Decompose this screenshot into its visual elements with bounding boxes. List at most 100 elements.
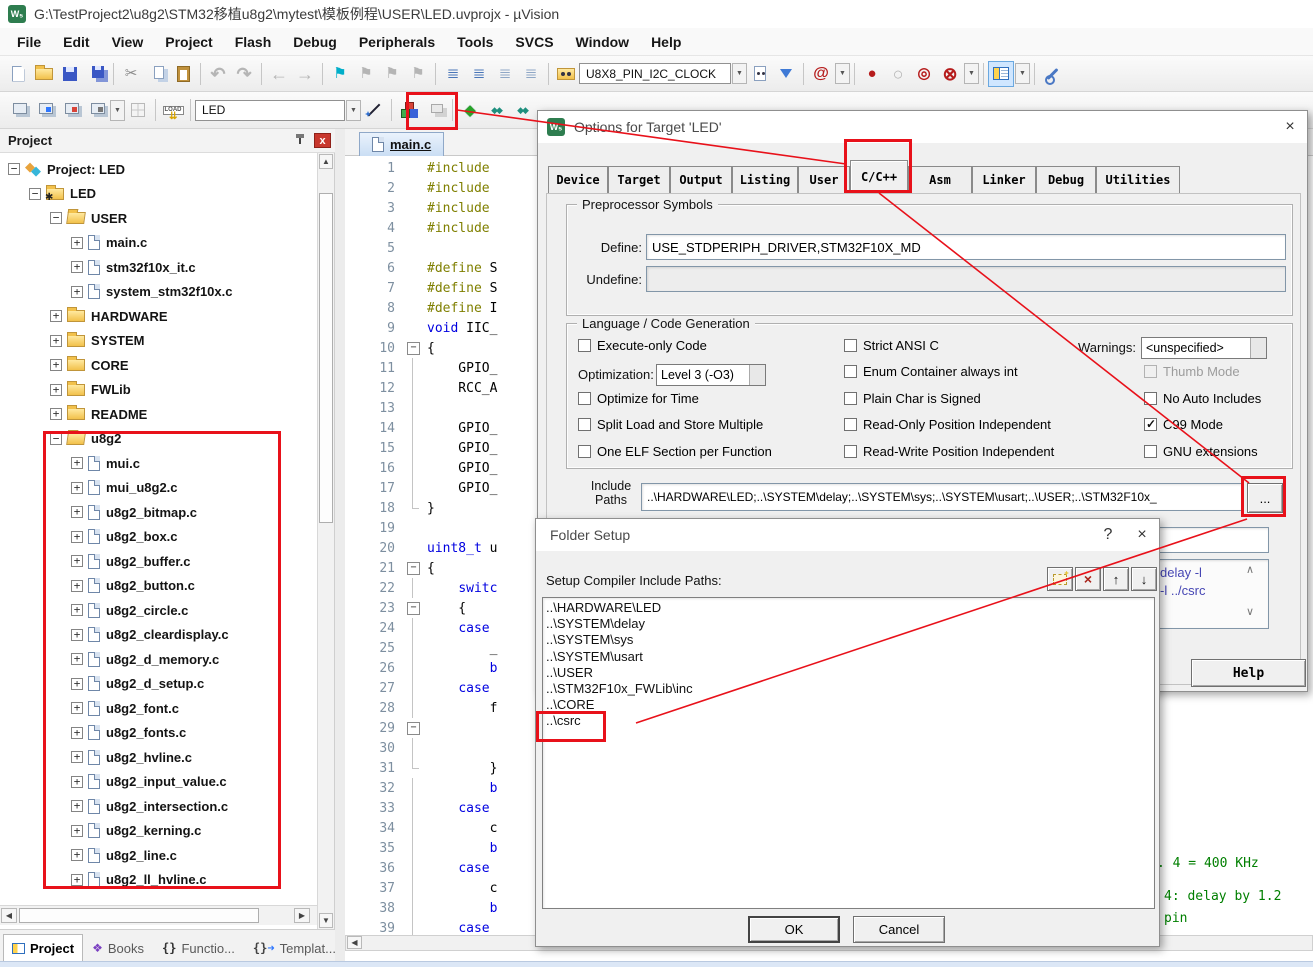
fold-collapse-icon[interactable] [405, 598, 421, 618]
uncomment-button[interactable]: ≣ [518, 61, 544, 87]
checkbox-icon[interactable] [578, 418, 591, 431]
menu-tools[interactable]: Tools [446, 28, 504, 56]
include-paths-browse-button[interactable]: ... [1247, 483, 1283, 513]
tree-expand-icon[interactable]: + [71, 604, 83, 617]
tree-expand-icon[interactable]: + [71, 579, 83, 592]
scroll-down-icon[interactable]: ∨ [1246, 605, 1254, 618]
stop-build-button[interactable] [125, 97, 151, 123]
tree-item-u8g2-box-c[interactable]: + u8g2_box.c [0, 525, 317, 550]
tree-item-u8g2-kerning-c[interactable]: + u8g2_kerning.c [0, 819, 317, 844]
close-icon[interactable]: × [1125, 520, 1159, 550]
read-write-position-independent-checkbox[interactable]: Read-Write Position Independent [844, 443, 1054, 459]
download-button[interactable]: LOAD [160, 97, 186, 123]
scroll-left-button[interactable]: ◀ [1, 908, 17, 923]
tree-item-readme[interactable]: + README [0, 402, 317, 427]
tree-hscroll-thumb[interactable] [19, 908, 259, 923]
menu-window[interactable]: Window [565, 28, 641, 56]
tree-item-u8g2-intersection-c[interactable]: + u8g2_intersection.c [0, 794, 317, 819]
tree-expand-icon[interactable]: + [50, 408, 62, 421]
tree-expand-icon[interactable]: + [71, 702, 83, 715]
checkbox-icon[interactable] [1144, 444, 1157, 458]
workspace-tab-templat[interactable]: {}➜ Templat... [244, 934, 345, 962]
strict-ansi-c-checkbox[interactable]: Strict ANSI C [844, 337, 939, 353]
panel-splitter[interactable] [335, 129, 345, 962]
tab-target[interactable]: Target [608, 166, 670, 193]
nav-back-button[interactable]: ← [266, 61, 292, 87]
tree-horizontal-scrollbar[interactable]: ◀ ▶ [0, 905, 317, 925]
checkbox-icon[interactable] [1144, 391, 1157, 405]
checkbox-icon[interactable] [844, 338, 857, 352]
workspace-tab-functio[interactable]: {} Functio... [153, 934, 244, 962]
comment-button[interactable]: ≣ [492, 61, 518, 87]
execute-only-code-checkbox[interactable]: Execute-only Code [578, 337, 707, 353]
tree-item-system[interactable]: + SYSTEM [0, 329, 317, 354]
tree-item-core[interactable]: + CORE [0, 353, 317, 378]
bookmark-toggle-button[interactable]: ⚑ [327, 61, 353, 87]
path-item-user[interactable]: ..\USER [546, 665, 1154, 681]
tab-debug[interactable]: Debug [1036, 166, 1096, 193]
delete-path-button[interactable]: × [1075, 567, 1101, 591]
fold-collapse-icon[interactable] [405, 558, 421, 578]
fold-collapse-icon[interactable] [405, 338, 421, 358]
tree-item-led[interactable]: − LED [0, 182, 317, 207]
tree-item-u8g2-cleardisplay-c[interactable]: + u8g2_cleardisplay.c [0, 623, 317, 648]
chevron-down-icon[interactable] [749, 364, 765, 385]
tree-expand-icon[interactable]: + [71, 628, 83, 641]
tree-expand-icon[interactable]: + [71, 653, 83, 666]
tree-expand-icon[interactable]: + [50, 359, 62, 372]
tree-item-u8g2-input-value-c[interactable]: + u8g2_input_value.c [0, 770, 317, 795]
path-item-system-usart[interactable]: ..\SYSTEM\usart [546, 649, 1154, 665]
plain-char-is-signed-checkbox[interactable]: Plain Char is Signed [844, 390, 981, 406]
tree-expand-icon[interactable]: + [71, 751, 83, 764]
new-file-button[interactable] [5, 61, 31, 87]
quick-find-button[interactable]: @ [808, 61, 834, 87]
path-item-core[interactable]: ..\CORE [546, 697, 1154, 713]
checkbox-icon[interactable] [578, 391, 591, 405]
tree-item-main-c[interactable]: + main.c [0, 231, 317, 256]
tree-vertical-scrollbar[interactable]: ▲ ▼ [317, 153, 334, 929]
checkbox-icon[interactable] [1144, 365, 1157, 378]
undefine-input[interactable] [646, 266, 1286, 292]
tree-expand-icon[interactable]: + [71, 775, 83, 788]
configure-button[interactable] [1039, 61, 1065, 87]
unindent-button[interactable]: ≣ [440, 61, 466, 87]
tab-user[interactable]: User [798, 166, 850, 193]
kill-breakpoints-button[interactable]: ⊗ [937, 61, 963, 87]
tab-listing[interactable]: Listing [732, 166, 798, 193]
tree-expand-icon[interactable]: + [71, 555, 83, 568]
chevron-down-icon[interactable] [1250, 338, 1266, 358]
tree-item-u8g2-circle-c[interactable]: + u8g2_circle.c [0, 598, 317, 623]
move-up-button[interactable]: ↑ [1103, 567, 1129, 591]
menu-file[interactable]: File [6, 28, 52, 56]
tree-item-u8g2-hvline-c[interactable]: + u8g2_hvline.c [0, 745, 317, 770]
checkbox-icon[interactable] [1144, 417, 1157, 431]
options-for-target-button[interactable] [361, 97, 387, 123]
ok-button[interactable]: OK [748, 916, 840, 943]
help-icon[interactable]: ? [1091, 520, 1125, 550]
include-paths-input[interactable]: ..\HARDWARE\LED;..\SYSTEM\delay;..\SYSTE… [641, 483, 1242, 511]
tree-vscroll-thumb[interactable] [319, 193, 333, 523]
tree-expand-icon[interactable]: + [71, 530, 83, 543]
env-pair-button[interactable]: ◆◆ [509, 97, 535, 123]
enable-breakpoint-button[interactable]: ○ [885, 61, 911, 87]
tree-item-fwlib[interactable]: + FWLib [0, 378, 317, 403]
tree-expand-icon[interactable]: − [50, 432, 62, 445]
tree-expand-icon[interactable]: + [71, 285, 83, 298]
target-dropdown-button[interactable] [346, 99, 361, 121]
path-item-stm32f10x-fwlib-inc[interactable]: ..\STM32F10x_FWLib\inc [546, 681, 1154, 697]
bookmark-clear-button[interactable]: ⚑ [405, 61, 431, 87]
menu-svcs[interactable]: SVCS [504, 28, 564, 56]
pin-icon[interactable] [292, 133, 308, 149]
tree-item-u8g2-d-setup-c[interactable]: + u8g2_d_setup.c [0, 672, 317, 697]
manage-layers-button[interactable] [422, 97, 448, 123]
scroll-right-button[interactable]: ▶ [294, 908, 310, 923]
fold-collapse-icon[interactable] [405, 718, 421, 738]
no-auto-includes-checkbox[interactable]: No Auto Includes [1144, 390, 1261, 406]
tree-item-u8g2-ll-hvline-c[interactable]: + u8g2_ll_hvline.c [0, 868, 317, 893]
workspace-tab-project[interactable]: Project [3, 934, 84, 962]
batch-build-dropdown[interactable] [110, 99, 125, 121]
thumb-mode-checkbox[interactable]: Thumb Mode [1144, 364, 1240, 380]
menu-view[interactable]: View [101, 28, 155, 56]
manage-project-items-button[interactable] [396, 97, 422, 123]
c99-mode-checkbox[interactable]: C99 Mode [1144, 417, 1223, 433]
